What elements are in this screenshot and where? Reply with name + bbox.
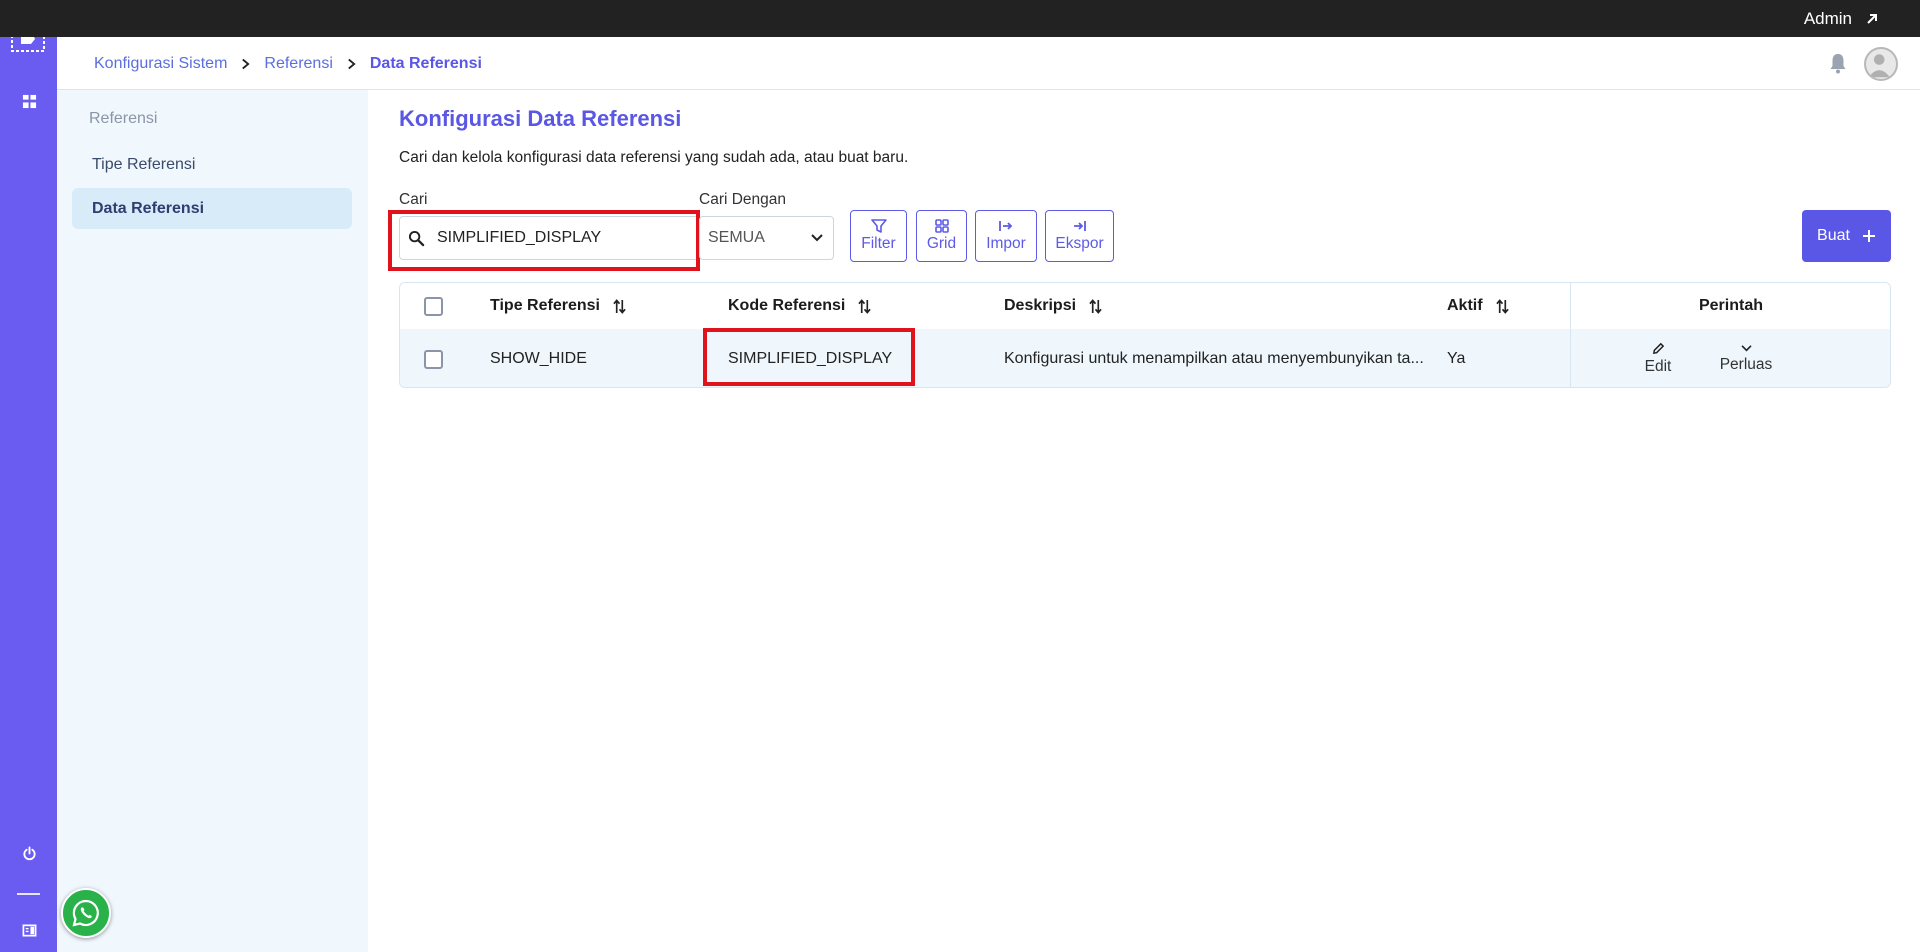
import-button[interactable]: Impor [975, 210, 1037, 262]
edit-label: Edit [1644, 358, 1672, 375]
sidebar-item-tipe-referensi[interactable]: Tipe Referensi [72, 144, 352, 185]
plus-icon [1862, 230, 1875, 242]
side-rail [0, 0, 57, 952]
edit-action[interactable]: Edit [1628, 329, 1688, 387]
column-header-perintah: Perintah [1698, 297, 1763, 314]
filter-label: Filter [861, 235, 896, 252]
column-divider [1570, 283, 1571, 387]
page-description: Cari dan kelola konfigurasi data referen… [399, 149, 909, 166]
chevron-right-icon [227, 58, 264, 70]
top-bar [0, 0, 1920, 37]
notification-bell-icon[interactable] [1828, 52, 1850, 74]
create-button[interactable]: Buat [1802, 210, 1891, 262]
filter-button[interactable]: Filter [850, 210, 907, 262]
table-header-row: Tipe Referensi Kode Referensi Deskripsi … [400, 283, 1890, 329]
grid-label: Grid [926, 235, 957, 252]
breadcrumb-item-konfigurasi-sistem[interactable]: Konfigurasi Sistem [94, 55, 227, 73]
page-title: Konfigurasi Data Referensi [399, 106, 682, 131]
sidebar-item-data-referensi[interactable]: Data Referensi [72, 188, 352, 229]
kode-highlight-box [703, 328, 915, 386]
breadcrumb-item-referensi[interactable]: Referensi [264, 55, 332, 73]
grid-icon [934, 219, 949, 233]
column-header-tipe[interactable]: Tipe Referensi [490, 283, 626, 329]
external-arrow-icon [1867, 13, 1877, 24]
grid-button[interactable]: Grid [916, 210, 967, 262]
column-header-aktif[interactable]: Aktif [1447, 283, 1509, 329]
sort-icon [613, 298, 626, 314]
sidebar-item-label: Data Referensi [92, 199, 205, 217]
whatsapp-icon[interactable] [61, 888, 111, 938]
reference-data-table: Tipe Referensi Kode Referensi Deskripsi … [399, 282, 1891, 388]
pencil-icon [1652, 342, 1664, 355]
sidebar-section-title: Referensi [89, 110, 158, 127]
import-icon [999, 221, 1013, 231]
admin-menu[interactable]: Admin [1804, 0, 1878, 37]
breadcrumb-item-data-referensi: Data Referensi [369, 54, 482, 72]
user-avatar[interactable] [1864, 47, 1898, 81]
expand-label: Perluas [1719, 356, 1773, 373]
chevron-right-icon [333, 58, 370, 70]
sort-icon [858, 298, 872, 314]
sidebar-item-label: Tipe Referensi [92, 155, 196, 173]
search-by-value: SEMUA [708, 229, 765, 246]
export-button[interactable]: Ekspor [1045, 210, 1114, 262]
main-content: Konfigurasi Data Referensi Cari dan kelo… [368, 90, 1920, 952]
dashboard-grid-icon[interactable] [19, 91, 39, 111]
column-header-kode[interactable]: Kode Referensi [728, 283, 872, 329]
export-label: Ekspor [1055, 235, 1104, 252]
search-label: Cari [399, 191, 428, 208]
select-all-checkbox[interactable] [424, 283, 443, 329]
chevron-down-icon [1740, 345, 1752, 352]
search-highlight-box [388, 210, 700, 271]
table-row[interactable]: SHOW_HIDE SIMPLIFIED_DISPLAY Konfigurasi… [400, 329, 1890, 387]
export-icon [1073, 221, 1086, 231]
create-label: Buat [1817, 227, 1850, 244]
breadcrumb: Konfigurasi Sistem Referensi Data Refere… [94, 37, 482, 90]
cell-aktif: Ya [1447, 350, 1466, 367]
collapse-panel-icon[interactable] [19, 920, 39, 940]
reference-sidebar: Referensi Tipe Referensi Data Referensi [57, 90, 368, 952]
sort-icon [1495, 298, 1509, 314]
sort-icon [1089, 298, 1102, 314]
page-header: Konfigurasi Sistem Referensi Data Refere… [57, 37, 1920, 90]
expand-action[interactable]: Perluas [1710, 329, 1782, 387]
search-by-label: Cari Dengan [699, 191, 787, 208]
column-header-deskripsi[interactable]: Deskripsi [1004, 283, 1102, 329]
power-icon[interactable] [19, 843, 39, 863]
filter-icon [870, 219, 887, 233]
cell-deskripsi: Konfigurasi untuk menampilkan atau menye… [1004, 350, 1424, 367]
row-checkbox[interactable] [424, 329, 443, 387]
search-by-select[interactable]: SEMUA [699, 216, 834, 260]
cell-tipe-referensi: SHOW_HIDE [490, 350, 587, 367]
chevron-down-icon [811, 234, 823, 242]
rail-divider [17, 893, 40, 895]
admin-label: Admin [1803, 8, 1852, 28]
import-label: Impor [986, 235, 1026, 252]
